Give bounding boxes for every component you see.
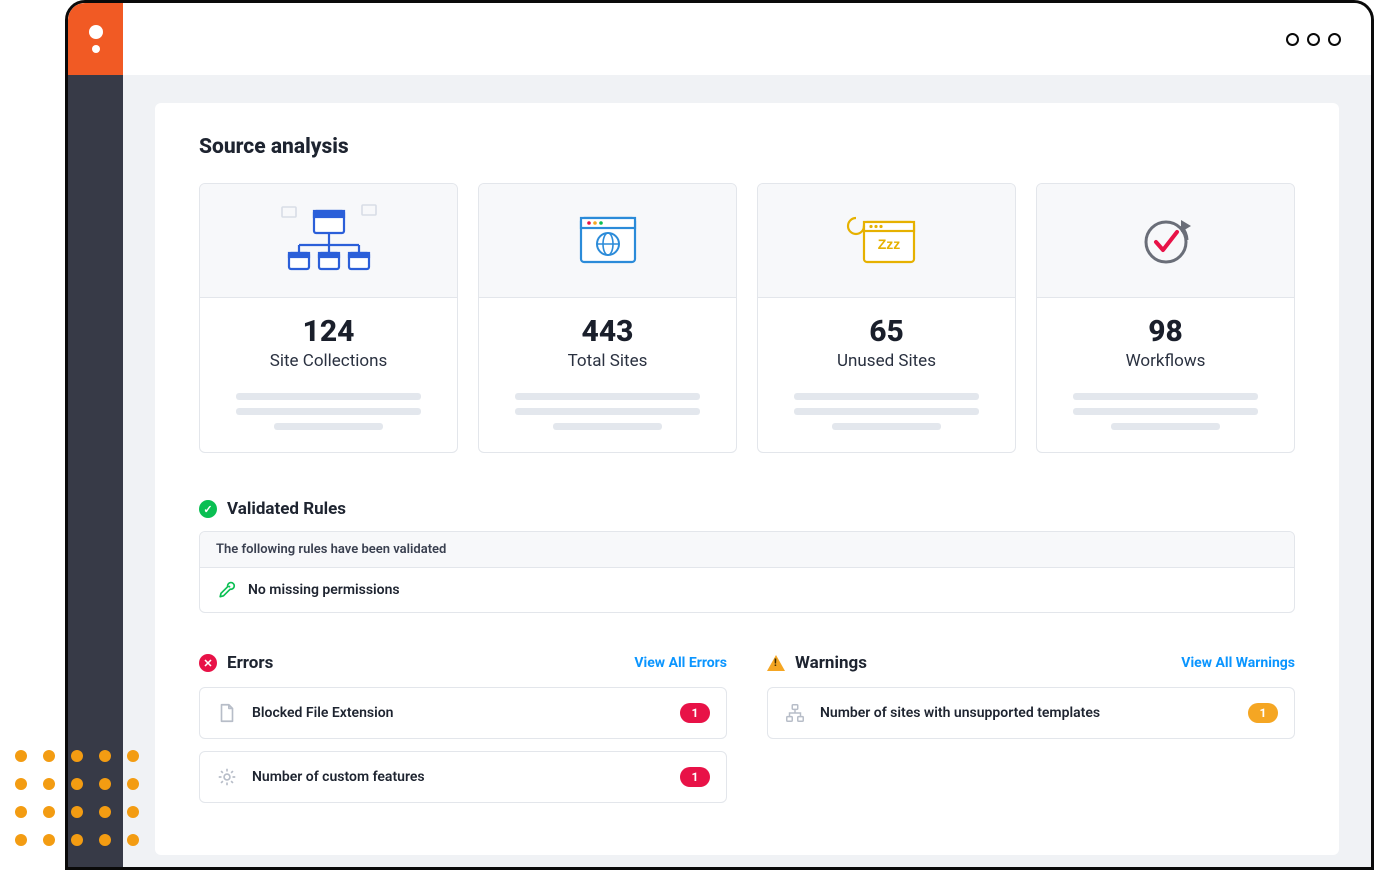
warning-triangle-icon [767, 655, 785, 671]
validated-rules-subheader: The following rules have been validated [200, 532, 1294, 568]
placeholder-lines [499, 393, 716, 430]
stat-card-unused-sites[interactable]: Zzz 65 Unused Sites [757, 183, 1016, 453]
stats-row: 124 Site Collections [199, 183, 1295, 453]
error-item-label: Blocked File Extension [252, 705, 666, 721]
error-circle-icon: ✕ [199, 654, 217, 672]
window-control-dot[interactable] [1286, 33, 1299, 46]
placeholder-lines [220, 393, 437, 430]
stat-value: 124 [220, 314, 437, 349]
error-item-label: Number of custom features [252, 769, 666, 785]
warning-item-label: Number of sites with unsupported templat… [820, 705, 1234, 721]
stat-card-workflows[interactable]: 98 Workflows [1036, 183, 1295, 453]
page-title: Source analysis [199, 135, 1295, 159]
site-collections-icon [200, 184, 457, 298]
unused-sites-icon: Zzz [758, 184, 1015, 298]
error-count-badge: 1 [680, 767, 710, 787]
placeholder-lines [778, 393, 995, 430]
app-window: Source analysis [65, 0, 1374, 870]
decorative-dot-grid [15, 750, 141, 848]
stat-value: 443 [499, 314, 716, 349]
stat-label: Unused Sites [778, 351, 995, 371]
validated-rules-box: The following rules have been validated … [199, 531, 1295, 613]
stat-card-site-collections[interactable]: 124 Site Collections [199, 183, 458, 453]
workflows-icon [1037, 184, 1294, 298]
file-icon [216, 702, 238, 724]
window-controls[interactable] [1286, 33, 1341, 46]
main-area: Source analysis [123, 75, 1371, 867]
warning-count-badge: 1 [1248, 703, 1278, 723]
error-item[interactable]: Blocked File Extension 1 [199, 687, 727, 739]
app-brand-tab [68, 3, 123, 75]
view-all-warnings-link[interactable]: View All Warnings [1181, 655, 1295, 671]
gear-icon [216, 766, 238, 788]
validated-rule-label: No missing permissions [248, 582, 400, 598]
error-count-badge: 1 [680, 703, 710, 723]
content-card: Source analysis [155, 103, 1339, 855]
errors-title: Errors [227, 653, 273, 673]
validated-rule-row[interactable]: No missing permissions [200, 568, 1294, 612]
sitemap-icon [784, 702, 806, 724]
svg-text:Zzz: Zzz [877, 236, 900, 252]
validated-rules-title: Validated Rules [227, 499, 346, 519]
placeholder-lines [1057, 393, 1274, 430]
stat-card-total-sites[interactable]: 443 Total Sites [478, 183, 737, 453]
stat-label: Total Sites [499, 351, 716, 371]
issues-row: ✕ Errors View All Errors Blocked File Ex… [199, 653, 1295, 815]
view-all-errors-link[interactable]: View All Errors [634, 655, 727, 671]
error-item[interactable]: Number of custom features 1 [199, 751, 727, 803]
check-circle-icon: ✓ [199, 500, 217, 518]
total-sites-icon [479, 184, 736, 298]
errors-column: ✕ Errors View All Errors Blocked File Ex… [199, 653, 727, 815]
window-control-dot[interactable] [1307, 33, 1320, 46]
warning-item[interactable]: Number of sites with unsupported templat… [767, 687, 1295, 739]
window-control-dot[interactable] [1328, 33, 1341, 46]
sidebar [68, 75, 123, 867]
stat-label: Site Collections [220, 351, 437, 371]
key-icon [216, 580, 236, 600]
app-body: Source analysis [68, 75, 1371, 867]
warnings-title: Warnings [795, 653, 867, 673]
titlebar [68, 3, 1371, 75]
validated-rules-header: ✓ Validated Rules [199, 499, 1295, 519]
stat-value: 65 [778, 314, 995, 349]
stat-value: 98 [1057, 314, 1274, 349]
stat-label: Workflows [1057, 351, 1274, 371]
warnings-column: Warnings View All Warnings Numbe [767, 653, 1295, 815]
